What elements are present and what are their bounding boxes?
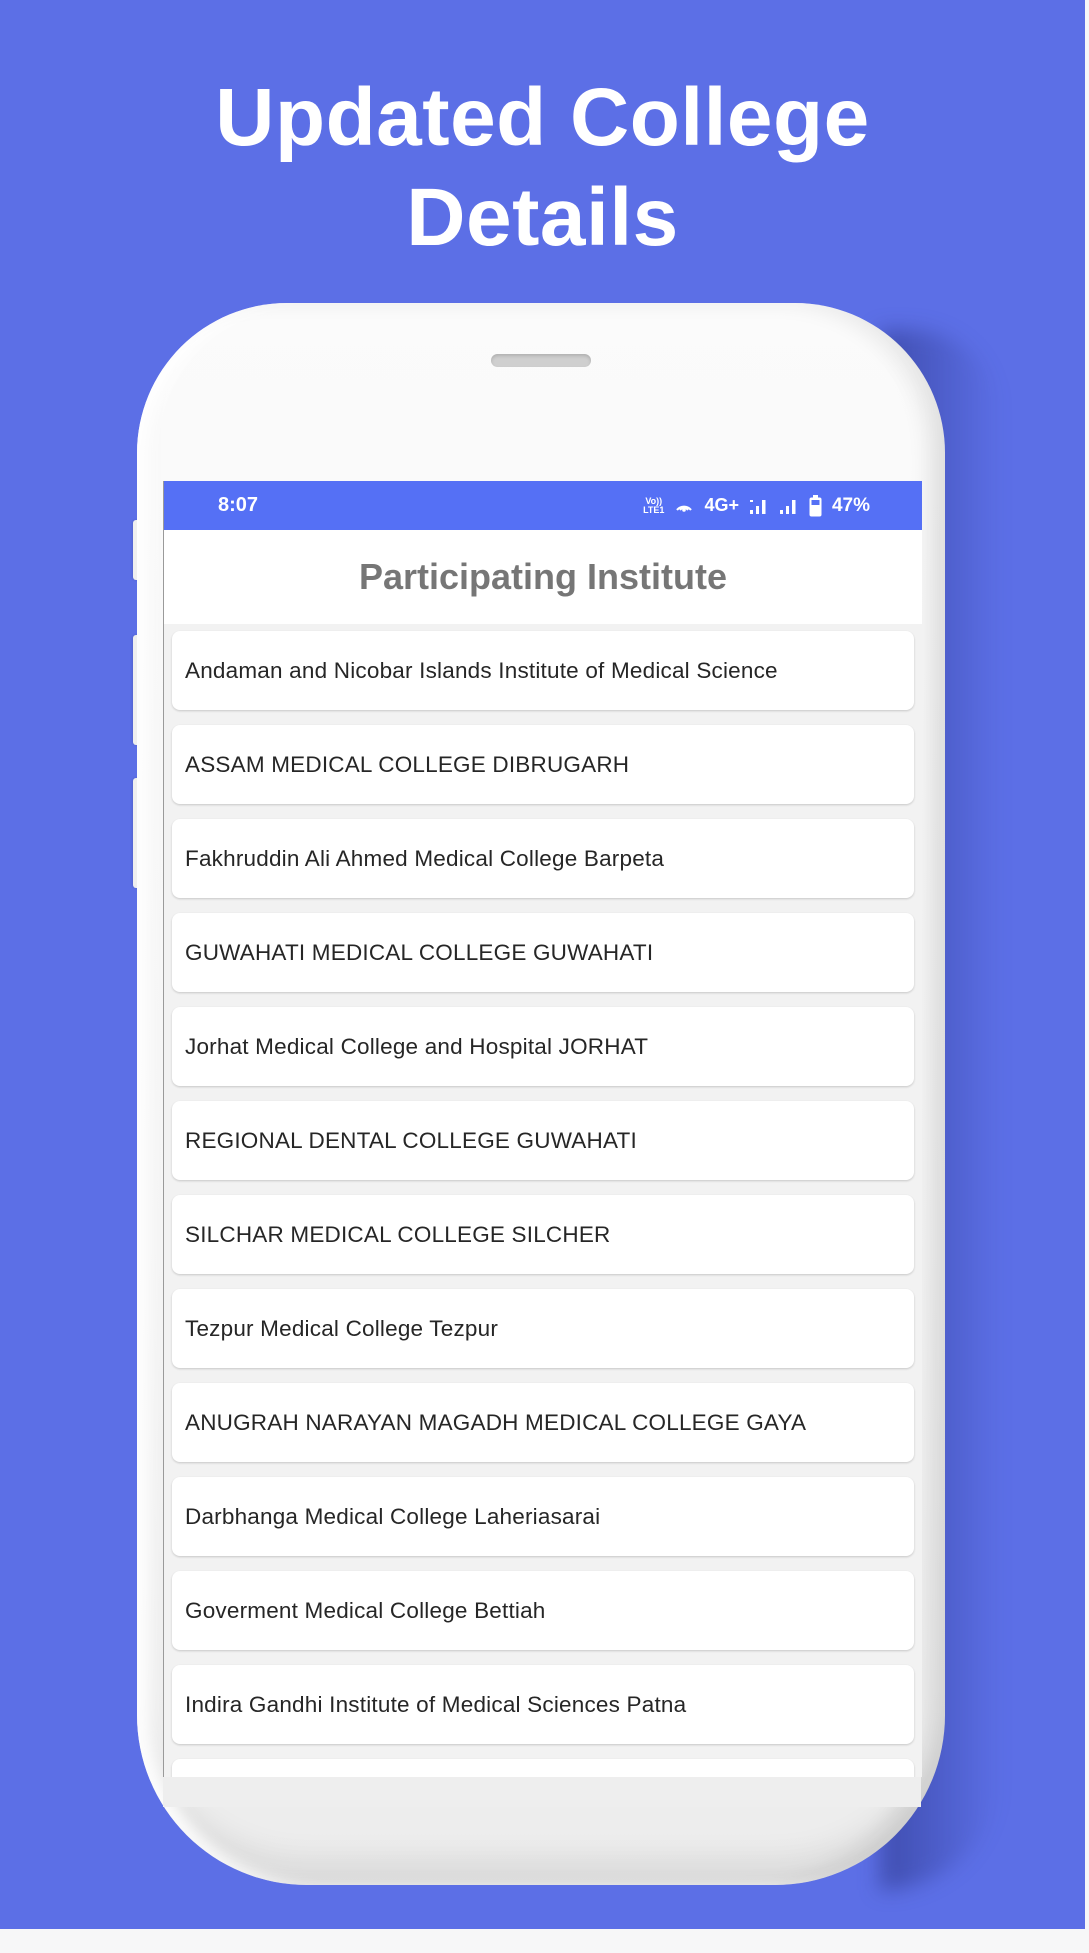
- page-title: Participating Institute: [164, 530, 922, 624]
- promo-headline: Updated College Details: [0, 68, 1085, 268]
- status-icons: Vo)) LTE1 4G+ 47%: [643, 494, 870, 517]
- phone-chin: [163, 1777, 921, 1807]
- institute-list-item[interactable]: SILCHAR MEDICAL COLLEGE SILCHER: [172, 1195, 914, 1274]
- status-bar: 8:07 Vo)) LTE1 4G+ 47%: [164, 481, 922, 530]
- institute-list-item[interactable]: ASSAM MEDICAL COLLEGE DIBRUGARH: [172, 725, 914, 804]
- institute-list-item[interactable]: Andaman and Nicobar Islands Institute of…: [172, 631, 914, 710]
- headline-line-2: Details: [406, 172, 679, 263]
- volte-label-bottom: LTE1: [643, 504, 665, 515]
- institute-list-item[interactable]: Goverment Medical College Bettiah: [172, 1571, 914, 1650]
- phone-speaker: [491, 354, 591, 367]
- battery-icon: [809, 494, 822, 517]
- network-type: 4G+: [704, 495, 739, 515]
- institute-list-item-partial[interactable]: [172, 1759, 914, 1777]
- institute-list-item[interactable]: ANUGRAH NARAYAN MAGADH MEDICAL COLLEGE G…: [172, 1383, 914, 1462]
- institute-list-item[interactable]: Darbhanga Medical College Laheriasarai: [172, 1477, 914, 1556]
- status-time: 8:07: [218, 494, 259, 516]
- institute-list-item[interactable]: Fakhruddin Ali Ahmed Medical College Bar…: [172, 819, 914, 898]
- institute-list-item[interactable]: Jorhat Medical College and Hospital JORH…: [172, 1007, 914, 1086]
- institute-list-item[interactable]: Indira Gandhi Institute of Medical Scien…: [172, 1665, 914, 1744]
- institute-list-item[interactable]: Tezpur Medical College Tezpur: [172, 1289, 914, 1368]
- institute-list-item[interactable]: GUWAHATI MEDICAL COLLEGE GUWAHATI: [172, 913, 914, 992]
- institute-list[interactable]: Andaman and Nicobar Islands Institute of…: [164, 624, 922, 1777]
- phone-screen: 8:07 Vo)) LTE1 4G+ 47% Participating Ins…: [163, 481, 922, 1777]
- signal-bars-icon: [749, 497, 769, 515]
- institute-list-item[interactable]: REGIONAL DENTAL COLLEGE GUWAHATI: [172, 1101, 914, 1180]
- battery-percent: 47%: [831, 494, 870, 516]
- hotspot-icon: [674, 498, 694, 514]
- headline-line-1: Updated College: [215, 72, 870, 163]
- volte-icon: Vo)) LTE1: [643, 496, 665, 515]
- signal-bars-icon-2: [779, 497, 799, 515]
